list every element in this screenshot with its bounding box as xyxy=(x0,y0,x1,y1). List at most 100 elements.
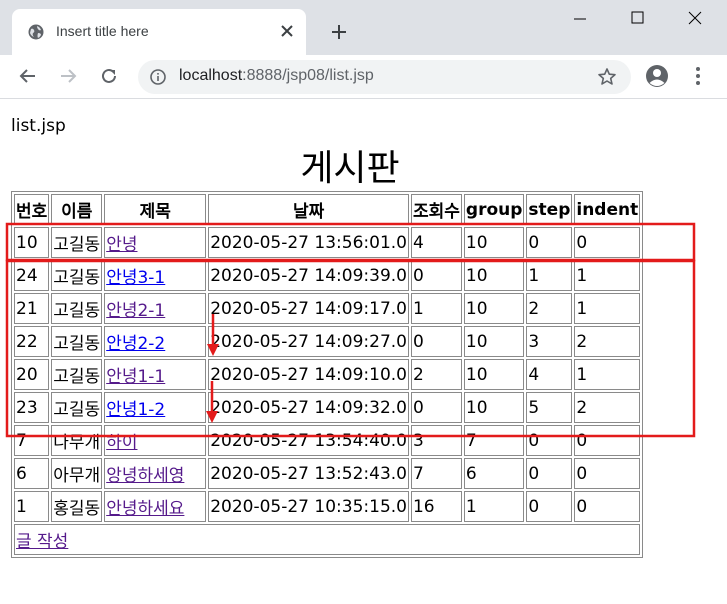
col-header-hits: 조회수 xyxy=(410,194,462,225)
write-post-link[interactable]: 글 작성 xyxy=(16,532,68,552)
cell-title: 안녕1-2 xyxy=(104,392,207,423)
cell-date: 2020-05-27 10:35:15.0 xyxy=(208,491,409,522)
reload-icon[interactable] xyxy=(99,66,119,86)
globe-icon xyxy=(28,24,44,40)
table-row: 23 고길동 안녕1-2 2020-05-27 14:09:32.0 0 10 5 2 xyxy=(14,392,641,423)
footer-cell: 글 작성 xyxy=(14,524,641,555)
cell-date: 2020-05-27 14:09:32.0 xyxy=(208,392,409,423)
board-table: 번호 이름 제목 날짜 조회수 group step indent 10 고길동 안… xyxy=(11,191,644,558)
cell-num: 10 xyxy=(14,227,50,258)
cell-name: 고길동 xyxy=(51,293,103,324)
col-header-title: 제목 xyxy=(104,194,207,225)
back-arrow-icon[interactable] xyxy=(18,66,38,86)
table-row: 1 홍길동 안녕하세요 2020-05-27 10:35:15.0 16 1 0 0 xyxy=(14,491,641,522)
address-bar[interactable]: localhost:8888/jsp08/list.jsp xyxy=(138,60,631,94)
cell-hits: 16 xyxy=(410,491,462,522)
cell-step: 0 xyxy=(526,425,573,456)
table-row: 10 고길동 안녕 2020-05-27 13:56:01.0 4 10 0 0 xyxy=(14,227,641,258)
cell-name: 홍길동 xyxy=(51,491,103,522)
close-icon[interactable] xyxy=(278,22,296,40)
info-icon[interactable] xyxy=(150,69,166,85)
table-row: 6 아무개 앙녕하세영 2020-05-27 13:52:43.0 7 6 0 0 xyxy=(14,458,641,489)
cell-group: 6 xyxy=(463,458,525,489)
table-row: 7 나무개 하이 2020-05-27 13:54:40.0 3 7 0 0 xyxy=(14,425,641,456)
maximize-icon[interactable] xyxy=(630,10,648,28)
col-header-num: 번호 xyxy=(14,194,50,225)
cell-title: 안녕2-1 xyxy=(104,293,207,324)
cell-name: 고길동 xyxy=(51,227,103,258)
cell-group: 10 xyxy=(463,227,525,258)
cell-hits: 4 xyxy=(410,227,462,258)
col-header-group: group xyxy=(463,194,525,225)
window-close-icon[interactable] xyxy=(687,10,705,28)
cell-num: 23 xyxy=(14,392,50,423)
col-header-name: 이름 xyxy=(51,194,103,225)
cell-indent: 0 xyxy=(574,458,641,489)
cell-step: 0 xyxy=(526,458,573,489)
cell-title: 안녕 xyxy=(104,227,207,258)
cell-name: 나무개 xyxy=(51,425,103,456)
cell-num: 1 xyxy=(14,491,50,522)
cell-step: 3 xyxy=(526,326,573,357)
profile-avatar-icon[interactable] xyxy=(645,64,669,88)
cell-hits: 1 xyxy=(410,293,462,324)
board-body: 10 고길동 안녕 2020-05-27 13:56:01.0 4 10 0 0 24 고길동 안녕… xyxy=(14,227,641,522)
cell-step: 1 xyxy=(526,260,573,291)
cell-group: 10 xyxy=(463,326,525,357)
cell-indent: 2 xyxy=(574,392,641,423)
cell-title: 앙녕하세영 xyxy=(104,458,207,489)
browser-toolbar: localhost:8888/jsp08/list.jsp xyxy=(0,55,727,99)
footer-row: 글 작성 xyxy=(14,524,641,555)
cell-group: 10 xyxy=(463,359,525,390)
browser-tab[interactable]: Insert title here xyxy=(12,9,306,55)
cell-group: 10 xyxy=(463,293,525,324)
post-title-link[interactable]: 안녕3-1 xyxy=(106,268,165,288)
cell-group: 10 xyxy=(463,260,525,291)
cell-step: 0 xyxy=(526,227,573,258)
cell-name: 아무개 xyxy=(51,458,103,489)
forward-arrow-icon[interactable] xyxy=(58,66,78,86)
col-header-indent: indent xyxy=(574,194,641,225)
cell-num: 7 xyxy=(14,425,50,456)
cell-step: 5 xyxy=(526,392,573,423)
post-title-link[interactable]: 하이 xyxy=(106,433,137,453)
tab-title: Insert title here xyxy=(56,23,149,39)
cell-date: 2020-05-27 14:09:10.0 xyxy=(208,359,409,390)
cell-indent: 1 xyxy=(574,359,641,390)
cell-title: 하이 xyxy=(104,425,207,456)
file-label: list.jsp xyxy=(11,116,66,136)
cell-title: 안녕1-1 xyxy=(104,359,207,390)
post-title-link[interactable]: 앙녕하세영 xyxy=(106,466,184,486)
cell-date: 2020-05-27 13:54:40.0 xyxy=(208,425,409,456)
cell-hits: 0 xyxy=(410,260,462,291)
cell-num: 6 xyxy=(14,458,50,489)
bookmark-star-icon[interactable] xyxy=(597,67,617,87)
cell-date: 2020-05-27 14:09:39.0 xyxy=(208,260,409,291)
post-title-link[interactable]: 안녕2-1 xyxy=(106,301,165,321)
cell-group: 1 xyxy=(463,491,525,522)
col-header-date: 날짜 xyxy=(208,194,409,225)
post-title-link[interactable]: 안녕1-1 xyxy=(106,367,165,387)
cell-name: 고길동 xyxy=(51,359,103,390)
post-title-link[interactable]: 안녕 xyxy=(106,235,137,255)
cell-indent: 0 xyxy=(574,227,641,258)
cell-indent: 0 xyxy=(574,425,641,456)
table-row: 20 고길동 안녕1-1 2020-05-27 14:09:10.0 2 10 4 1 xyxy=(14,359,641,390)
cell-hits: 3 xyxy=(410,425,462,456)
post-title-link[interactable]: 안녕2-2 xyxy=(106,334,165,354)
cell-title: 안녕2-2 xyxy=(104,326,207,357)
more-vert-icon[interactable] xyxy=(693,66,703,86)
table-row: 22 고길동 안녕2-2 2020-05-27 14:09:27.0 0 10 3 2 xyxy=(14,326,641,357)
plus-icon[interactable] xyxy=(330,23,348,41)
url-text: localhost:8888/jsp08/list.jsp xyxy=(179,67,374,85)
cell-hits: 7 xyxy=(410,458,462,489)
table-row: 21 고길동 안녕2-1 2020-05-27 14:09:17.0 1 10 2 1 xyxy=(14,293,641,324)
table-row: 24 고길동 안녕3-1 2020-05-27 14:09:39.0 0 10 1 1 xyxy=(14,260,641,291)
post-title-link[interactable]: 안녕1-2 xyxy=(106,400,165,420)
cell-num: 21 xyxy=(14,293,50,324)
page-title: 게시판 xyxy=(300,148,400,189)
minimize-icon[interactable] xyxy=(574,12,594,26)
post-title-link[interactable]: 안녕하세요 xyxy=(106,499,184,519)
col-header-step: step xyxy=(526,194,573,225)
browser-chrome: Insert title here localhost:8888/jsp08/l… xyxy=(0,0,727,99)
